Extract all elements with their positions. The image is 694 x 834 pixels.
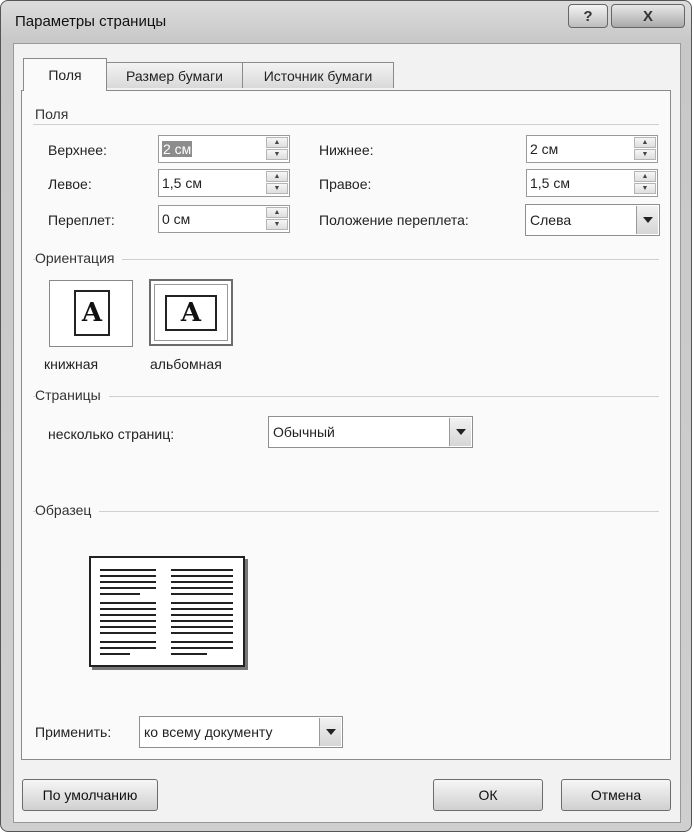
left-margin-spinner[interactable]: 1,5 см ▲ ▼ — [158, 169, 290, 197]
gutter-value[interactable]: 0 см — [162, 211, 190, 227]
apply-to-label: Применить: — [35, 724, 112, 740]
left-margin-value[interactable]: 1,5 см — [162, 175, 202, 191]
sample-group-label: Образец — [35, 502, 100, 518]
spin-up-icon[interactable]: ▲ — [266, 137, 288, 148]
right-margin-spinner[interactable]: 1,5 см ▲ ▼ — [526, 169, 658, 197]
cancel-button[interactable]: Отмена — [561, 779, 671, 811]
spin-down-icon[interactable]: ▼ — [634, 149, 656, 160]
ok-button[interactable]: ОК — [433, 779, 543, 811]
orientation-group-divider — [33, 259, 659, 260]
spin-up-icon[interactable]: ▲ — [634, 137, 656, 148]
tab-paper-size[interactable]: Размер бумаги — [106, 62, 243, 88]
right-margin-label: Правое: — [319, 176, 372, 192]
gutter-position-value: Слева — [530, 212, 572, 228]
spin-down-icon[interactable]: ▼ — [266, 149, 288, 160]
dialog-title: Параметры страницы — [15, 13, 167, 30]
spin-up-icon[interactable]: ▲ — [266, 207, 288, 218]
close-button[interactable]: X — [611, 4, 685, 28]
left-margin-label: Левое: — [48, 176, 92, 192]
pages-group-label: Страницы — [35, 387, 109, 403]
tab-margins[interactable]: Поля — [23, 58, 107, 91]
spin-up-icon[interactable]: ▲ — [634, 171, 656, 182]
spin-down-icon[interactable]: ▼ — [266, 183, 288, 194]
multiple-pages-label: несколько страниц: — [48, 426, 175, 442]
landscape-page-icon: A — [165, 295, 217, 331]
gutter-position-label: Положение переплета: — [319, 212, 469, 228]
spin-down-icon[interactable]: ▼ — [266, 219, 288, 230]
bottom-margin-value[interactable]: 2 см — [530, 141, 558, 157]
pages-group-divider — [33, 396, 659, 397]
help-button[interactable]: ? — [568, 4, 608, 28]
bottom-margin-spinner[interactable]: 2 см ▲ ▼ — [526, 135, 658, 163]
page-setup-dialog: Параметры страницы ? X Поля Размер бумаг… — [0, 0, 692, 832]
top-margin-spinner[interactable]: 2 см ▲ ▼ — [158, 135, 290, 163]
tab-paper-source[interactable]: Источник бумаги — [242, 62, 394, 88]
chevron-down-icon[interactable] — [319, 718, 341, 746]
margins-group-divider — [33, 124, 659, 125]
spin-up-icon[interactable]: ▲ — [266, 171, 288, 182]
spin-down-icon[interactable]: ▼ — [634, 183, 656, 194]
gutter-label: Переплет: — [48, 212, 115, 228]
portrait-page-icon: A — [74, 290, 110, 336]
orientation-group-label: Ориентация — [35, 250, 123, 266]
bottom-margin-label: Нижнее: — [319, 142, 374, 158]
page-preview — [89, 556, 245, 667]
multiple-pages-value: Обычный — [273, 424, 335, 440]
top-margin-value[interactable]: 2 см — [162, 141, 193, 157]
gutter-spinner[interactable]: 0 см ▲ ▼ — [158, 205, 290, 233]
apply-to-select[interactable]: ко всему документу — [139, 716, 343, 748]
right-margin-value[interactable]: 1,5 см — [530, 175, 570, 191]
sample-group-divider — [33, 511, 659, 512]
portrait-orientation-button[interactable]: A — [49, 280, 133, 347]
multiple-pages-select[interactable]: Обычный — [268, 416, 473, 448]
apply-to-value: ко всему документу — [144, 724, 273, 740]
portrait-label[interactable]: книжная — [44, 356, 98, 372]
top-margin-label: Верхнее: — [48, 142, 107, 158]
chevron-down-icon[interactable] — [449, 418, 471, 446]
chevron-down-icon[interactable] — [636, 206, 658, 234]
set-default-button[interactable]: По умолчанию — [22, 779, 158, 811]
landscape-orientation-button[interactable]: A — [149, 279, 233, 346]
gutter-position-select[interactable]: Слева — [525, 204, 660, 236]
landscape-label[interactable]: альбомная — [150, 356, 222, 372]
margins-group-label: Поля — [35, 106, 77, 122]
